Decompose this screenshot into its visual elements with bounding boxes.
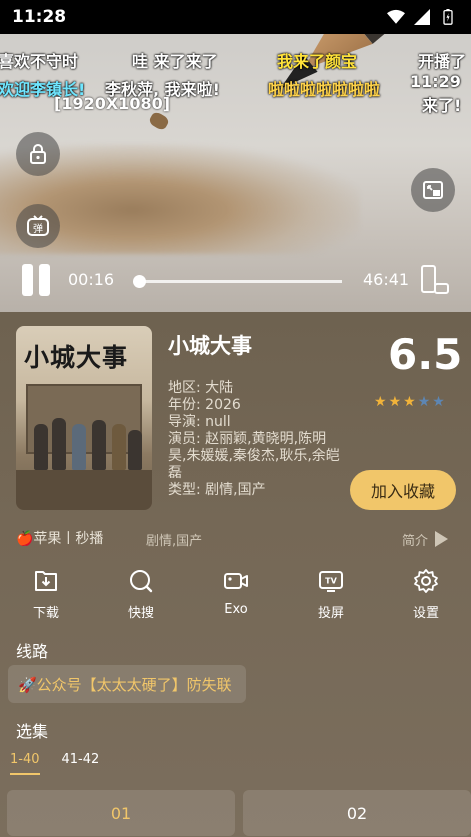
danmaku-comment: 哇 来了来了	[132, 52, 218, 71]
source-label[interactable]: 🍎苹果丨秒播	[16, 528, 103, 548]
rotate-screen-icon[interactable]	[420, 264, 450, 296]
tab-range-41-42[interactable]: 41-42	[62, 752, 100, 775]
star-icon: ★	[374, 394, 387, 410]
danmaku-comment: 来了!	[422, 96, 462, 115]
action-toolbar: 下载 快搜 Exo TV 投屏 设置	[16, 568, 456, 624]
seek-bar[interactable]	[133, 275, 342, 288]
status-icons	[387, 9, 457, 25]
svg-text:TV: TV	[325, 577, 337, 586]
star-icon: ★	[403, 394, 416, 410]
signal-icon	[414, 9, 430, 25]
picture-in-picture-icon	[423, 181, 443, 199]
video-player[interactable]: 喜欢不守时 哇 来了来了 我来了颜宝 开播了 欢迎李镇长! 李秋萍, 我来啦! …	[0, 34, 471, 312]
pip-button[interactable]	[411, 168, 455, 212]
settings-button[interactable]: 设置	[396, 568, 456, 624]
video-frame-detail	[147, 110, 171, 132]
episode-button[interactable]: 02	[243, 790, 471, 836]
gear-icon	[414, 569, 438, 593]
quick-search-button[interactable]: 快搜	[111, 568, 171, 624]
detail-panel: 小城大事 小城大事 6.5 ★ ★ ★ ★ ★ 地区: 大陆 年份: 2026 …	[0, 312, 471, 837]
tv-cast-icon: TV	[319, 571, 343, 592]
play-icon[interactable]	[435, 531, 448, 547]
danmaku-comment: 喜欢不守时	[0, 52, 79, 71]
danmaku-comment: 我来了颜宝	[277, 52, 358, 71]
total-time: 46:41	[363, 270, 410, 289]
poster-image: 小城大事	[16, 326, 152, 510]
star-icon: ★	[417, 394, 431, 410]
show-metadata: 地区: 大陆 年份: 2026 导演: null 演员: 赵丽颖,黄晓明,陈明昊…	[168, 380, 343, 499]
player-controls: 00:16 46:41	[0, 260, 471, 300]
search-icon	[130, 570, 153, 593]
type: 类型: 剧情,国产	[168, 482, 266, 498]
intro-link[interactable]: 简介	[402, 530, 428, 549]
camera-icon	[224, 573, 248, 589]
cast-button[interactable]: TV 投屏	[301, 568, 361, 624]
episode-grid: 01 02	[7, 790, 471, 836]
score: 6.5	[388, 330, 463, 379]
seek-thumb[interactable]	[133, 275, 147, 288]
danmaku-icon: 弹	[27, 215, 49, 236]
wifi-icon	[387, 9, 405, 24]
svg-text:弹: 弹	[33, 222, 43, 235]
region: 地区: 大陆	[168, 380, 234, 396]
danmaku-comment: 开播了	[418, 52, 467, 71]
show-title: 小城大事	[168, 334, 252, 358]
status-bar: 11:28	[0, 0, 471, 34]
lock-icon	[30, 144, 46, 164]
add-favorite-button[interactable]: 加入收藏	[350, 470, 456, 510]
year: 年份: 2026	[168, 397, 241, 413]
exo-button[interactable]: Exo	[206, 568, 266, 624]
danmaku-toggle-button[interactable]: 弹	[16, 204, 60, 248]
lock-button[interactable]	[16, 132, 60, 176]
episode-button[interactable]: 01	[7, 790, 235, 836]
danmaku-comment: 啦啦啦啦啦啦啦	[268, 80, 381, 99]
director: 导演: null	[168, 414, 231, 430]
line-option[interactable]: 🚀公众号【太太太硬了】防失联	[8, 665, 246, 703]
episodes-heading: 选集	[16, 722, 49, 741]
episode-range-tabs: 1-40 41-42	[10, 752, 99, 775]
star-icon: ★	[432, 394, 445, 410]
current-time: 00:16	[68, 270, 115, 289]
star-icon: ★	[388, 394, 402, 410]
battery-icon	[443, 9, 453, 25]
download-icon	[35, 571, 57, 591]
lines-heading: 线路	[16, 642, 49, 661]
source-row: 🍎苹果丨秒播 剧情,国产 简介	[16, 528, 456, 549]
tab-range-1-40[interactable]: 1-40	[10, 752, 40, 775]
status-time: 11:28	[12, 7, 67, 27]
poster-title: 小城大事	[24, 343, 129, 372]
resolution-label: [1920X1080]	[54, 94, 171, 113]
rating-stars: ★ ★ ★ ★ ★	[374, 394, 445, 410]
pause-button[interactable]	[22, 264, 56, 298]
genre-label: 剧情,国产	[146, 534, 203, 549]
download-button[interactable]: 下载	[16, 568, 76, 624]
pause-icon	[22, 264, 33, 296]
danmaku-comment: 11:29	[410, 72, 461, 91]
cast: 演员: 赵丽颖,黄晓明,陈明昊,朱媛媛,秦俊杰,耿乐,余皑磊	[168, 431, 340, 481]
